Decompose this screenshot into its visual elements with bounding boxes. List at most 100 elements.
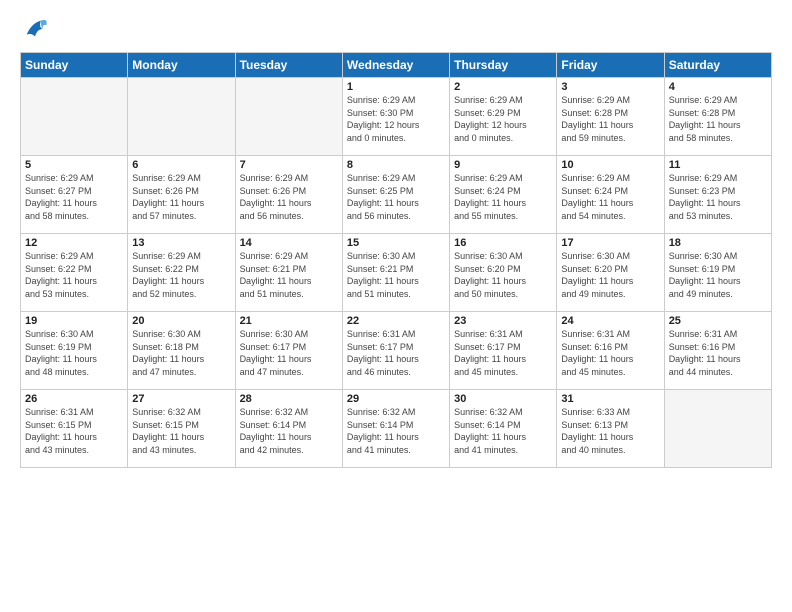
day-number: 15 — [347, 237, 445, 249]
day-number: 11 — [669, 159, 767, 171]
day-number: 19 — [25, 315, 123, 327]
header-friday: Friday — [557, 53, 664, 78]
day-info: Sunrise: 6:32 AMSunset: 6:15 PMDaylight:… — [132, 406, 230, 456]
day-cell: 9Sunrise: 6:29 AMSunset: 6:24 PMDaylight… — [450, 156, 557, 234]
page: Sunday Monday Tuesday Wednesday Thursday… — [0, 0, 792, 612]
day-cell — [21, 78, 128, 156]
day-cell: 17Sunrise: 6:30 AMSunset: 6:20 PMDayligh… — [557, 234, 664, 312]
day-cell: 24Sunrise: 6:31 AMSunset: 6:16 PMDayligh… — [557, 312, 664, 390]
day-info: Sunrise: 6:30 AMSunset: 6:19 PMDaylight:… — [669, 250, 767, 300]
day-info: Sunrise: 6:33 AMSunset: 6:13 PMDaylight:… — [561, 406, 659, 456]
day-number: 3 — [561, 81, 659, 93]
day-cell: 16Sunrise: 6:30 AMSunset: 6:20 PMDayligh… — [450, 234, 557, 312]
day-cell: 20Sunrise: 6:30 AMSunset: 6:18 PMDayligh… — [128, 312, 235, 390]
day-cell: 13Sunrise: 6:29 AMSunset: 6:22 PMDayligh… — [128, 234, 235, 312]
day-number: 4 — [669, 81, 767, 93]
day-number: 5 — [25, 159, 123, 171]
day-info: Sunrise: 6:29 AMSunset: 6:30 PMDaylight:… — [347, 94, 445, 144]
day-number: 21 — [240, 315, 338, 327]
day-info: Sunrise: 6:31 AMSunset: 6:17 PMDaylight:… — [454, 328, 552, 378]
day-number: 10 — [561, 159, 659, 171]
day-info: Sunrise: 6:29 AMSunset: 6:26 PMDaylight:… — [240, 172, 338, 222]
day-info: Sunrise: 6:29 AMSunset: 6:29 PMDaylight:… — [454, 94, 552, 144]
day-number: 13 — [132, 237, 230, 249]
header-wednesday: Wednesday — [342, 53, 449, 78]
day-cell — [128, 78, 235, 156]
header-monday: Monday — [128, 53, 235, 78]
day-info: Sunrise: 6:29 AMSunset: 6:23 PMDaylight:… — [669, 172, 767, 222]
day-number: 18 — [669, 237, 767, 249]
calendar: Sunday Monday Tuesday Wednesday Thursday… — [20, 52, 772, 468]
day-cell: 27Sunrise: 6:32 AMSunset: 6:15 PMDayligh… — [128, 390, 235, 468]
day-info: Sunrise: 6:31 AMSunset: 6:16 PMDaylight:… — [669, 328, 767, 378]
day-number: 1 — [347, 81, 445, 93]
day-cell: 25Sunrise: 6:31 AMSunset: 6:16 PMDayligh… — [664, 312, 771, 390]
day-info: Sunrise: 6:29 AMSunset: 6:28 PMDaylight:… — [669, 94, 767, 144]
day-number: 16 — [454, 237, 552, 249]
day-cell: 10Sunrise: 6:29 AMSunset: 6:24 PMDayligh… — [557, 156, 664, 234]
calendar-row: 19Sunrise: 6:30 AMSunset: 6:19 PMDayligh… — [21, 312, 772, 390]
day-cell: 15Sunrise: 6:30 AMSunset: 6:21 PMDayligh… — [342, 234, 449, 312]
day-info: Sunrise: 6:30 AMSunset: 6:20 PMDaylight:… — [454, 250, 552, 300]
day-number: 30 — [454, 393, 552, 405]
day-info: Sunrise: 6:30 AMSunset: 6:21 PMDaylight:… — [347, 250, 445, 300]
day-cell: 5Sunrise: 6:29 AMSunset: 6:27 PMDaylight… — [21, 156, 128, 234]
header-thursday: Thursday — [450, 53, 557, 78]
header-saturday: Saturday — [664, 53, 771, 78]
day-number: 8 — [347, 159, 445, 171]
day-info: Sunrise: 6:29 AMSunset: 6:22 PMDaylight:… — [132, 250, 230, 300]
day-cell: 18Sunrise: 6:30 AMSunset: 6:19 PMDayligh… — [664, 234, 771, 312]
day-number: 2 — [454, 81, 552, 93]
day-info: Sunrise: 6:31 AMSunset: 6:15 PMDaylight:… — [25, 406, 123, 456]
day-cell: 11Sunrise: 6:29 AMSunset: 6:23 PMDayligh… — [664, 156, 771, 234]
day-info: Sunrise: 6:29 AMSunset: 6:26 PMDaylight:… — [132, 172, 230, 222]
day-number: 20 — [132, 315, 230, 327]
day-cell: 14Sunrise: 6:29 AMSunset: 6:21 PMDayligh… — [235, 234, 342, 312]
day-number: 14 — [240, 237, 338, 249]
calendar-row: 5Sunrise: 6:29 AMSunset: 6:27 PMDaylight… — [21, 156, 772, 234]
day-info: Sunrise: 6:30 AMSunset: 6:18 PMDaylight:… — [132, 328, 230, 378]
day-cell: 3Sunrise: 6:29 AMSunset: 6:28 PMDaylight… — [557, 78, 664, 156]
day-number: 24 — [561, 315, 659, 327]
day-number: 28 — [240, 393, 338, 405]
day-number: 7 — [240, 159, 338, 171]
day-info: Sunrise: 6:29 AMSunset: 6:25 PMDaylight:… — [347, 172, 445, 222]
header — [20, 16, 772, 44]
day-info: Sunrise: 6:29 AMSunset: 6:24 PMDaylight:… — [561, 172, 659, 222]
day-cell: 22Sunrise: 6:31 AMSunset: 6:17 PMDayligh… — [342, 312, 449, 390]
day-number: 22 — [347, 315, 445, 327]
day-cell: 31Sunrise: 6:33 AMSunset: 6:13 PMDayligh… — [557, 390, 664, 468]
day-info: Sunrise: 6:29 AMSunset: 6:22 PMDaylight:… — [25, 250, 123, 300]
day-cell: 12Sunrise: 6:29 AMSunset: 6:22 PMDayligh… — [21, 234, 128, 312]
calendar-row: 1Sunrise: 6:29 AMSunset: 6:30 PMDaylight… — [21, 78, 772, 156]
day-info: Sunrise: 6:29 AMSunset: 6:28 PMDaylight:… — [561, 94, 659, 144]
day-number: 27 — [132, 393, 230, 405]
day-cell: 7Sunrise: 6:29 AMSunset: 6:26 PMDaylight… — [235, 156, 342, 234]
day-cell: 8Sunrise: 6:29 AMSunset: 6:25 PMDaylight… — [342, 156, 449, 234]
day-cell: 6Sunrise: 6:29 AMSunset: 6:26 PMDaylight… — [128, 156, 235, 234]
day-info: Sunrise: 6:31 AMSunset: 6:17 PMDaylight:… — [347, 328, 445, 378]
day-number: 25 — [669, 315, 767, 327]
day-number: 17 — [561, 237, 659, 249]
day-cell: 28Sunrise: 6:32 AMSunset: 6:14 PMDayligh… — [235, 390, 342, 468]
day-number: 12 — [25, 237, 123, 249]
day-number: 23 — [454, 315, 552, 327]
day-cell: 19Sunrise: 6:30 AMSunset: 6:19 PMDayligh… — [21, 312, 128, 390]
day-info: Sunrise: 6:29 AMSunset: 6:27 PMDaylight:… — [25, 172, 123, 222]
day-number: 6 — [132, 159, 230, 171]
day-number: 31 — [561, 393, 659, 405]
day-cell: 23Sunrise: 6:31 AMSunset: 6:17 PMDayligh… — [450, 312, 557, 390]
calendar-row: 26Sunrise: 6:31 AMSunset: 6:15 PMDayligh… — [21, 390, 772, 468]
day-cell: 26Sunrise: 6:31 AMSunset: 6:15 PMDayligh… — [21, 390, 128, 468]
day-cell: 4Sunrise: 6:29 AMSunset: 6:28 PMDaylight… — [664, 78, 771, 156]
calendar-row: 12Sunrise: 6:29 AMSunset: 6:22 PMDayligh… — [21, 234, 772, 312]
header-tuesday: Tuesday — [235, 53, 342, 78]
logo — [20, 16, 50, 44]
day-cell — [235, 78, 342, 156]
logo-bird-icon — [22, 16, 50, 44]
day-info: Sunrise: 6:29 AMSunset: 6:21 PMDaylight:… — [240, 250, 338, 300]
day-cell: 29Sunrise: 6:32 AMSunset: 6:14 PMDayligh… — [342, 390, 449, 468]
weekday-header-row: Sunday Monday Tuesday Wednesday Thursday… — [21, 53, 772, 78]
day-info: Sunrise: 6:32 AMSunset: 6:14 PMDaylight:… — [240, 406, 338, 456]
day-info: Sunrise: 6:32 AMSunset: 6:14 PMDaylight:… — [347, 406, 445, 456]
